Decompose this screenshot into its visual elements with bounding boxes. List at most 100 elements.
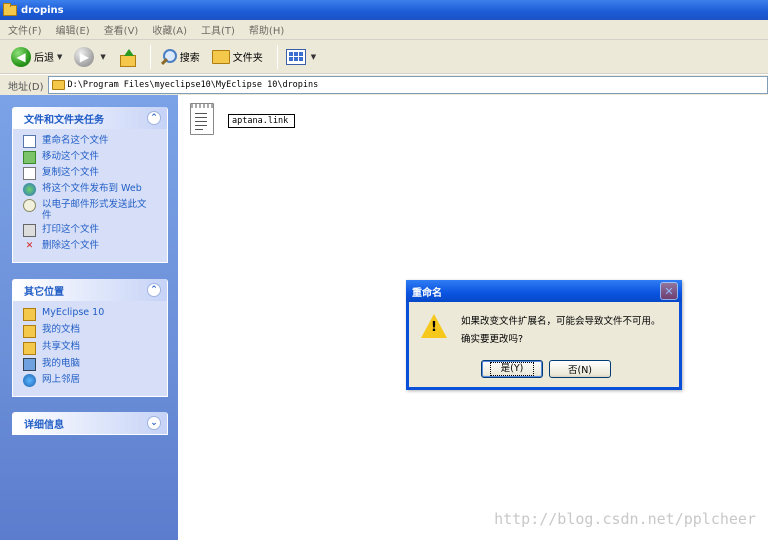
network-icon [23,374,36,387]
task-publish-web[interactable]: 将这个文件发布到 Web [23,183,163,196]
file-tasks-panel: 文件和文件夹任务 ⌃ 重命名这个文件 移动这个文件 复制这个文件 将这个文件发布… [12,107,168,263]
menu-edit[interactable]: 编辑(E) [56,22,90,37]
dialog-buttons: 是(Y) 否(N) [481,360,617,378]
title-bar[interactable]: dropins [0,0,768,20]
details-title: 详细信息 [24,419,64,431]
dialog-message-line1: 如果改变文件扩展名，可能会导致文件不可用。 [461,316,661,327]
search-label: 搜索 [179,53,200,64]
folders-icon [211,49,230,64]
task-print[interactable]: 打印这个文件 [23,224,163,237]
views-button[interactable]: ▼ [283,44,319,70]
other-places-panel: 其它位置 ⌃ MyEclipse 10 我的文档 共享文档 我的电脑 网上邻居 [12,279,168,397]
text-file-icon [190,103,214,135]
collapse-chevron-icon[interactable]: ⌃ [147,111,161,125]
task-label: 打印这个文件 [42,224,100,235]
delete-x-icon: ✕ [25,241,34,251]
menu-view[interactable]: 查看(V) [104,22,139,37]
toolbar-separator [149,44,151,69]
address-label: 地址(D) [8,81,44,93]
window-title: dropins [21,4,64,16]
task-label: 以电子邮件形式发送此文件 [42,199,147,221]
folder-icon [3,2,17,16]
menu-help[interactable]: 帮助(H) [249,22,284,37]
task-label: 重命名这个文件 [42,135,109,146]
dialog-body: ! 如果改变文件扩展名，可能会导致文件不可用。 确实要更改吗? [409,302,679,349]
place-label: 我的文档 [42,324,81,335]
place-my-documents[interactable]: 我的文档 [23,324,163,338]
up-button[interactable] [115,44,139,70]
task-label: 删除这个文件 [42,240,100,251]
other-places-list: MyEclipse 10 我的文档 共享文档 我的电脑 网上邻居 [13,301,167,396]
task-pane: 文件和文件夹任务 ⌃ 重命名这个文件 移动这个文件 复制这个文件 将这个文件发布… [0,95,178,540]
rename-input[interactable]: aptana.link [228,114,296,128]
toolbar: ◀ 后退 ▼ ▶ ▼ 搜索 文件夹 ▼ [0,40,768,74]
place-label: 我的电脑 [42,358,81,369]
menu-favorites[interactable]: 收藏(A) [152,22,187,37]
details-header[interactable]: 详细信息 ⌄ [13,412,167,434]
file-tasks-list: 重命名这个文件 移动这个文件 复制这个文件 将这个文件发布到 Web 以电子邮件… [13,129,167,262]
task-label: 移动这个文件 [42,151,100,162]
folders-label: 文件夹 [232,53,263,64]
back-label: 后退 [34,53,54,64]
rename-dialog: 重命名 ✕ ! 如果改变文件扩展名，可能会导致文件不可用。 确实要更改吗? 是(… [406,280,682,390]
place-my-computer[interactable]: 我的电脑 [23,358,163,371]
file-tasks-header[interactable]: 文件和文件夹任务 ⌃ [13,107,167,129]
dialog-title-bar[interactable]: 重命名 ✕ [406,280,682,302]
task-rename[interactable]: 重命名这个文件 [23,135,163,148]
rename-icon [23,135,36,148]
task-label: 复制这个文件 [42,167,100,178]
other-places-title: 其它位置 [24,286,64,298]
folder-icon [23,342,36,355]
place-label: 共享文档 [42,341,81,352]
menu-file[interactable]: 文件(F) [8,22,42,37]
globe-icon [23,183,36,196]
search-icon [159,48,177,66]
dialog-message: 如果改变文件扩展名，可能会导致文件不可用。 确实要更改吗? [461,312,661,349]
place-label: MyEclipse 10 [42,307,105,318]
file-item[interactable]: aptana.link [190,103,296,135]
address-path: D:\Program Files\myeclipse10\MyEclipse 1… [67,80,319,90]
task-move[interactable]: 移动这个文件 [23,151,163,164]
views-dropdown-icon: ▼ [310,52,317,61]
back-dropdown-icon[interactable]: ▼ [57,53,62,61]
forward-dropdown-icon[interactable]: ▼ [100,53,105,61]
forward-arrow-icon: ▶ [74,46,95,67]
watermark: http://blog.csdn.net/pplcheer [494,510,756,528]
search-button[interactable]: 搜索 [156,44,203,70]
printer-icon [23,224,36,237]
place-label: 网上邻居 [42,374,81,385]
close-icon[interactable]: ✕ [660,282,678,300]
folders-button[interactable]: 文件夹 [209,44,266,70]
collapse-chevron-icon[interactable]: ⌃ [147,283,161,297]
task-delete[interactable]: ✕ 删除这个文件 [23,240,163,253]
menu-bar: 文件(F) 编辑(E) 查看(V) 收藏(A) 工具(T) 帮助(H) [0,20,768,40]
back-arrow-icon: ◀ [11,46,31,67]
menu-tools[interactable]: 工具(T) [201,22,235,37]
copy-icon [23,167,36,180]
other-places-header[interactable]: 其它位置 ⌃ [13,279,167,301]
place-shared-documents[interactable]: 共享文档 [23,341,163,355]
expand-chevron-icon[interactable]: ⌄ [147,416,161,430]
dialog-message-line2: 确实要更改吗? [461,334,524,345]
file-tasks-title: 文件和文件夹任务 [24,114,104,126]
forward-button[interactable]: ▶ ▼ [71,44,108,70]
move-icon [23,151,36,164]
dialog-title: 重命名 [412,287,442,299]
task-label: 将这个文件发布到 Web [42,183,142,194]
computer-icon [23,358,36,371]
task-email[interactable]: 以电子邮件形式发送此文件 [23,199,163,221]
task-copy[interactable]: 复制这个文件 [23,167,163,180]
warning-icon: ! [421,314,447,340]
explorer-window: dropins 文件(F) 编辑(E) 查看(V) 收藏(A) 工具(T) 帮助… [0,0,768,540]
yes-label: 是(Y) [489,362,535,376]
place-myeclipse[interactable]: MyEclipse 10 [23,307,163,321]
place-network[interactable]: 网上邻居 [23,374,163,387]
address-input[interactable]: D:\Program Files\myeclipse10\MyEclipse 1… [47,76,768,94]
views-icon [285,48,306,65]
details-panel: 详细信息 ⌄ [12,412,168,435]
email-icon [23,199,36,212]
back-button[interactable]: ◀ 后退 ▼ [8,44,65,70]
yes-button[interactable]: 是(Y) [481,360,543,378]
no-button[interactable]: 否(N) [549,360,611,378]
toolbar-separator [276,44,278,69]
